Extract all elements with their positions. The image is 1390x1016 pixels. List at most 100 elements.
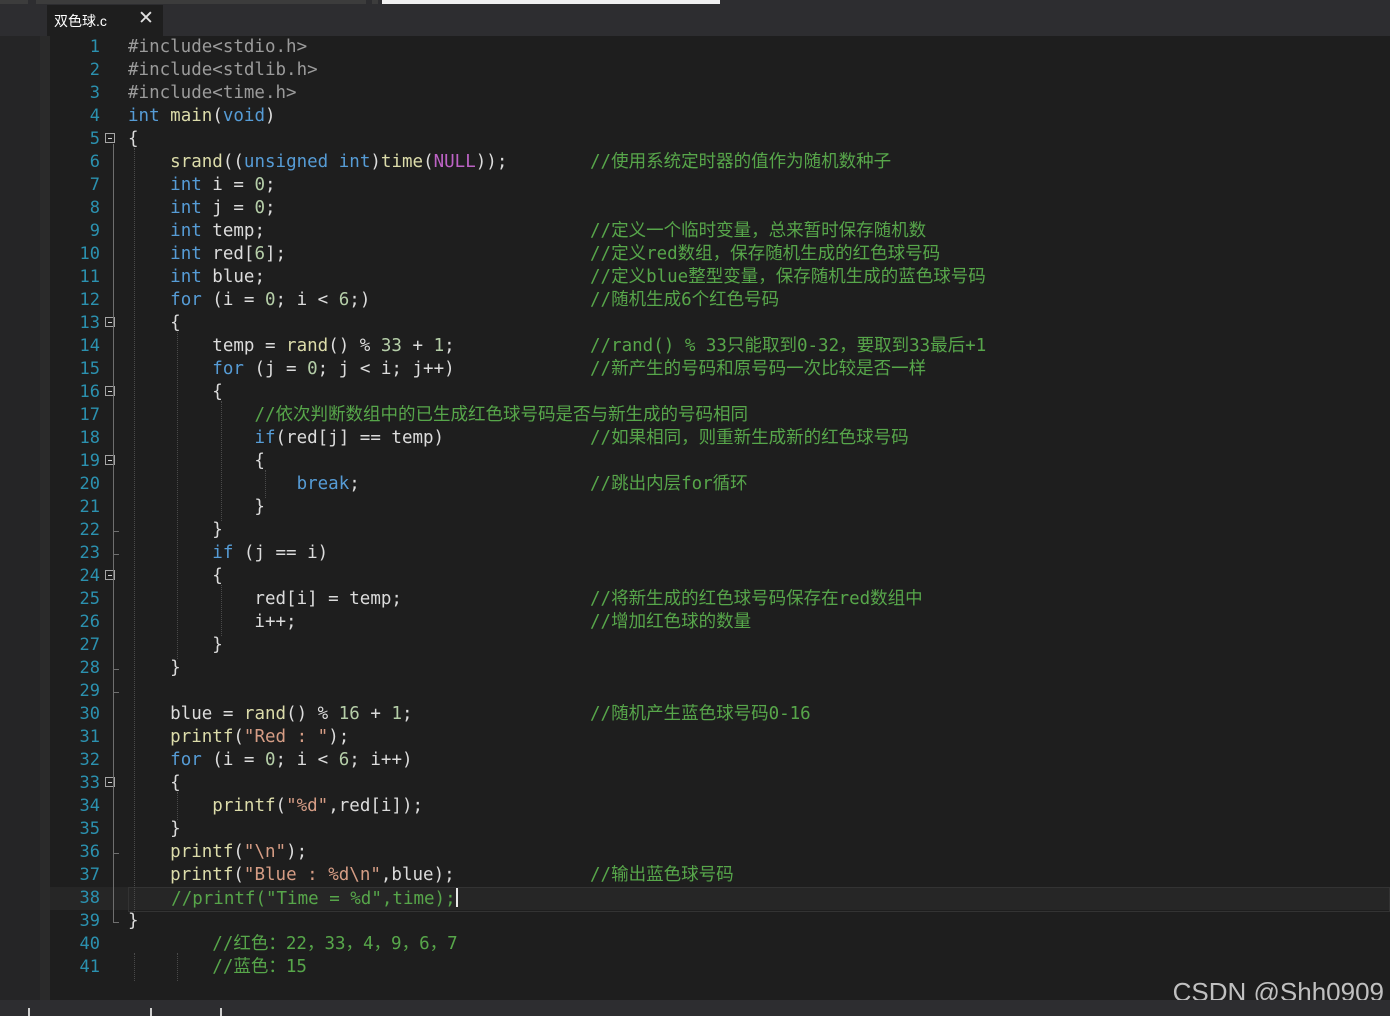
code-token: for xyxy=(170,750,202,770)
code-line[interactable]: 15 for (j = 0; j < i; j++) //新产生的号码和原号码一次… xyxy=(50,358,1390,381)
code-line[interactable]: 23 if (j == i) xyxy=(50,542,1390,565)
code-line[interactable]: 36 printf("\n"); xyxy=(50,841,1390,864)
code-token: printf xyxy=(212,796,276,816)
line-number: 30 xyxy=(79,704,100,724)
code-line[interactable]: 13 { xyxy=(50,312,1390,335)
code-line[interactable]: 35 } xyxy=(50,818,1390,841)
toolbar-segment[interactable] xyxy=(36,0,366,4)
line-number: 36 xyxy=(79,842,100,862)
line-number: 22 xyxy=(79,520,100,540)
line-number: 3 xyxy=(89,83,100,103)
code-text: } xyxy=(128,910,1390,933)
code-token: if xyxy=(254,428,276,448)
code-line[interactable]: 16 { xyxy=(50,381,1390,404)
code-line[interactable]: 11 int blue; //定义blue整型变量，保存随机生成的蓝色球号码 xyxy=(50,266,1390,289)
line-number: 39 xyxy=(79,911,100,931)
code-line[interactable]: 17 //依次判断数组中的已生成红色球号码是否与新生成的号码相同 xyxy=(50,404,1390,427)
code-token: } xyxy=(128,911,139,931)
bottom-tab[interactable] xyxy=(150,1008,152,1016)
code-line[interactable]: 21 } xyxy=(50,496,1390,519)
line-comment: //rand() % 33只能取到0-32，要取到33最后+1 xyxy=(590,336,987,356)
code-token: int xyxy=(170,221,202,241)
code-line[interactable]: 1 #include<stdio.h> xyxy=(50,36,1390,59)
toolbar-segment[interactable] xyxy=(372,0,378,4)
code-line[interactable]: 6 srand((unsigned int)time(NULL)); //使用系统… xyxy=(50,151,1390,174)
tab-label: 双色球.c xyxy=(54,13,107,29)
line-number: 2 xyxy=(89,60,100,80)
line-number: 12 xyxy=(79,290,100,310)
fold-end-marker xyxy=(113,669,119,670)
code-line[interactable]: 39} xyxy=(50,910,1390,933)
code-line[interactable]: 31 printf("Red : "); xyxy=(50,726,1390,749)
code-line[interactable]: 28 } xyxy=(50,657,1390,680)
code-token: ; i < xyxy=(275,750,339,770)
code-token: ]; xyxy=(265,244,287,264)
toolbar-active-segment[interactable] xyxy=(382,0,720,4)
line-number: 6 xyxy=(89,152,100,172)
code-text: { xyxy=(128,450,1390,473)
code-line[interactable]: 5{ xyxy=(50,128,1390,151)
code-line[interactable]: 29 xyxy=(50,680,1390,703)
line-number: 33 xyxy=(79,773,100,793)
line-comment: //输出蓝色球号码 xyxy=(590,865,734,885)
code-line[interactable]: 19 { xyxy=(50,450,1390,473)
code-line[interactable]: 18 if(red[j] == temp) //如果相同，则重新生成新的红色球号码 xyxy=(50,427,1390,450)
code-line[interactable]: 24 { xyxy=(50,565,1390,588)
code-token: int xyxy=(170,198,202,218)
code-line[interactable]: 3 #include<time.h> xyxy=(50,82,1390,105)
code-token: (i = xyxy=(201,290,265,310)
code-line[interactable]: 7 int i = 0; xyxy=(50,174,1390,197)
code-line[interactable]: 37 printf("Blue : %d\n",blue);//输出蓝色球号码 xyxy=(50,864,1390,887)
line-number: 23 xyxy=(79,543,100,563)
tab-active-file[interactable]: 双色球.c ✕ xyxy=(47,5,163,36)
code-line[interactable]: 41 //蓝色：15 xyxy=(50,956,1390,979)
code-token: main xyxy=(170,106,213,126)
code-line[interactable]: 14 temp = rand() % 33 + 1; //rand() % 33只… xyxy=(50,335,1390,358)
fold-outline xyxy=(113,144,114,922)
line-number: 13 xyxy=(79,313,100,333)
code-line[interactable]: 38 //printf("Time = %d",time); xyxy=(50,887,1390,912)
line-number: 20 xyxy=(79,474,100,494)
fold-end-marker xyxy=(113,692,119,693)
code-text: printf("Blue : %d\n",blue); xyxy=(128,864,1390,887)
code-text: } xyxy=(128,657,1390,680)
code-line[interactable]: 12 for (i = 0; i < 6;) //随机生成6个红色号码 xyxy=(50,289,1390,312)
code-line[interactable]: 26 i++; //增加红色球的数量 xyxy=(50,611,1390,634)
code-token: printf xyxy=(170,842,234,862)
code-token: temp; xyxy=(201,221,265,241)
code-text: #include<stdlib.h> xyxy=(128,59,1390,82)
code-line[interactable]: 10 int red[6]; //定义red数组，保存随机生成的红色球号码 xyxy=(50,243,1390,266)
code-line[interactable]: 4 int main(void) xyxy=(50,105,1390,128)
code-editor[interactable]: 1 #include<stdio.h> 2 #include<stdlib.h> 3 #i… xyxy=(50,36,1390,1000)
code-token: 6 xyxy=(338,750,350,770)
close-icon[interactable]: ✕ xyxy=(138,7,154,30)
code-line[interactable]: 27 } xyxy=(50,634,1390,657)
line-number: 7 xyxy=(89,175,100,195)
code-text: printf("%d",red[i]); xyxy=(128,795,1390,818)
code-line[interactable]: 32 for (i = 0; i < 6; i++) xyxy=(50,749,1390,772)
code-text: { xyxy=(128,772,1390,795)
line-comment: //新产生的号码和原号码一次比较是否一样 xyxy=(590,359,927,379)
code-line[interactable]: 30 blue = rand() % 16 + 1; //随机产生蓝色球号码0-1… xyxy=(50,703,1390,726)
bottom-tab[interactable] xyxy=(220,1008,222,1016)
code-line[interactable]: 20 break;//跳出内层for循环 xyxy=(50,473,1390,496)
indent-guide xyxy=(221,585,222,636)
code-line[interactable]: 40 //红色：22，33，4，9，6，7 xyxy=(50,933,1390,956)
code-line[interactable]: 8 int j = 0; xyxy=(50,197,1390,220)
code-line[interactable]: 33 { xyxy=(50,772,1390,795)
code-line[interactable]: 34 printf("%d",red[i]); xyxy=(50,795,1390,818)
collapse-icon[interactable] xyxy=(105,133,115,143)
code-line[interactable]: 22 } xyxy=(50,519,1390,542)
code-text: int j = 0; xyxy=(128,197,1390,220)
bottom-tab[interactable] xyxy=(28,1008,30,1016)
code-token: #include<stdlib.h> xyxy=(128,60,318,80)
toolbar-segment[interactable] xyxy=(0,0,28,4)
code-line[interactable]: 9 int temp; //定义一个临时变量，总来暂时保存随机数 xyxy=(50,220,1390,243)
code-text: for (i = 0; i < 6; i++) xyxy=(128,749,1390,772)
code-token: (i = xyxy=(201,750,265,770)
code-line[interactable]: 2 #include<stdlib.h> xyxy=(50,59,1390,82)
code-line[interactable]: 25 red[i] = temp; //将新生成的红色球号码保存在red数组中 xyxy=(50,588,1390,611)
code-token: ; xyxy=(401,704,413,724)
code-token: printf xyxy=(170,865,234,885)
